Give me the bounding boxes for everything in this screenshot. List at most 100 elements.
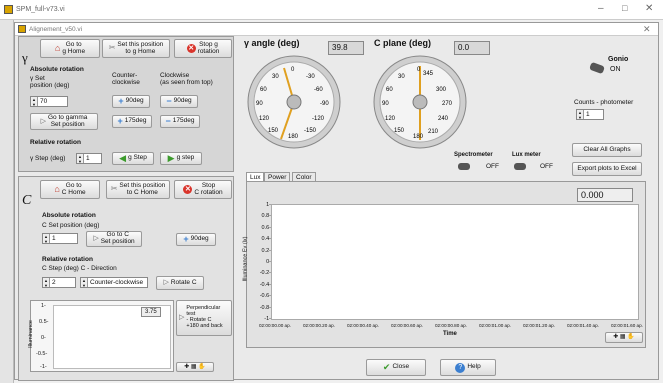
export-excel-button[interactable]: Export plots to Excel xyxy=(572,162,642,176)
lux-graph-tools[interactable]: ✚ ▦ ✋ xyxy=(605,332,643,343)
close-window-icon[interactable]: ✕ xyxy=(645,3,653,14)
lux-xtick: 02:00:00.40 ap. xyxy=(347,323,379,328)
gamma-tick-4: -60 xyxy=(314,87,323,93)
stop-icon: ✕ xyxy=(183,185,193,194)
gamma-goto-set-button[interactable]: ▷ Go to gamma Set position xyxy=(30,113,98,130)
c-tick-2: 30 xyxy=(398,74,405,80)
gauge-gamma: 0 30 -30 60 -60 90 -90 120 -120 150 -150… xyxy=(247,55,341,149)
c-tick-4: 60 xyxy=(386,87,393,93)
c-stop-button[interactable]: ✕ Stop C rotation xyxy=(174,180,232,199)
lux-chart-panel: 0.000 Illuminance Ev (lx) 1- 0.8- 0.6- 0… xyxy=(242,181,646,348)
gamma-90-ccw-label: 90deg xyxy=(125,97,144,105)
c-tick-6: 270 xyxy=(442,101,453,107)
lux-xtick: 02:00:01.60 ap. xyxy=(611,323,643,328)
spin-arrows[interactable]: ▲ ▼ xyxy=(31,97,38,107)
help-button[interactable]: ? Help xyxy=(440,359,496,376)
c-direction-select[interactable]: ▲ ▼ Counter-clockwise xyxy=(80,277,148,288)
spin-arrows[interactable]: ▲ ▼ xyxy=(43,278,50,288)
gamma-tick-11: 180 xyxy=(288,134,299,140)
c-set-position-input[interactable]: ▲ ▼ 1 xyxy=(42,233,78,244)
lux-xlabel: Time xyxy=(443,331,457,337)
play-icon: ▷ xyxy=(93,235,99,243)
outer-title: SPM_full-v73.vi xyxy=(16,6,65,13)
lux-xtick: 02:00:01.40 ap. xyxy=(567,323,599,328)
help-icon: ? xyxy=(455,362,466,373)
close-button[interactable]: ✔ Close xyxy=(366,359,426,376)
c-goto-set-button[interactable]: ▷ Go to C Set position xyxy=(86,231,142,247)
plus-icon: + xyxy=(117,115,123,126)
gamma-tick-6: -90 xyxy=(320,101,329,107)
lux-plot-area xyxy=(271,204,639,320)
maximize-icon[interactable]: □ xyxy=(622,3,627,13)
lux-xtick: 02:00:00.00 ap. xyxy=(259,323,291,328)
gamma-90-cw-button[interactable]: −90deg xyxy=(160,95,198,108)
gauge-c-title: C plane (deg) xyxy=(374,38,432,48)
gauge-gamma-value: 39.8 xyxy=(328,41,364,55)
gamma-set-home-button[interactable]: ✂ Set this position to g Home xyxy=(102,39,170,58)
gamma-set-home-label: Set this position to g Home xyxy=(117,40,164,55)
gamma-step-plus-button[interactable]: ▶ g step xyxy=(160,152,202,165)
gauge-c: 0 345 30 300 60 90 270 120 240 150 180 2… xyxy=(373,55,467,149)
lux-ylabel: Illuminance Ev (lx) xyxy=(242,236,249,282)
gamma-stop-button[interactable]: ✕ Stop g rotation xyxy=(174,39,232,58)
gamma-goto-set-label: Go to gamma Set position xyxy=(48,113,88,128)
play-icon: ▷ xyxy=(40,117,46,125)
mini-chart-value: 3.75 xyxy=(141,307,161,317)
play-icon: ▷ xyxy=(179,314,185,322)
lux-ytick: -1- xyxy=(264,315,271,322)
c-set-home-button[interactable]: ✂ Set this position to C Home xyxy=(106,180,170,199)
spectrometer-state: OFF xyxy=(486,163,499,170)
gamma-tick-10: -150 xyxy=(304,128,317,134)
c-rotate-button[interactable]: ▷ Rotate C xyxy=(156,276,204,290)
minimize-icon[interactable]: – xyxy=(598,3,604,14)
gamma-tick-2: -30 xyxy=(306,74,315,80)
luxmeter-toggle[interactable] xyxy=(514,163,526,170)
plus-icon: + xyxy=(118,95,124,106)
c-90-button[interactable]: +90deg xyxy=(176,233,216,246)
mini-tick-2: 0- xyxy=(41,335,46,341)
gamma-tick-8: -120 xyxy=(312,116,325,122)
gamma-abs-title: Absolute rotation xyxy=(30,66,84,73)
lux-xtick: 02:00:01.20 ap. xyxy=(523,323,555,328)
spin-arrows[interactable]: ▲ ▼ xyxy=(43,234,50,244)
gamma-step-minus-button[interactable]: ◀ g Step xyxy=(112,152,154,165)
mini-chart: Illuminance 1- 0.5- 0- -0.5- -1- 3.75 xyxy=(28,300,174,372)
c-step-value: 2 xyxy=(52,279,56,286)
app-icon xyxy=(4,5,13,14)
mini-tick-3: -0.5- xyxy=(36,351,48,357)
mini-graph-tools[interactable]: ✚ ▦ ✋ xyxy=(176,362,214,372)
gamma-step-value: 1 xyxy=(86,155,90,162)
gamma-set-label: γ Set position (deg) xyxy=(30,75,70,90)
gamma-symbol: γ xyxy=(22,50,28,65)
gamma-set-position-input[interactable]: ▲ ▼ 70 xyxy=(30,96,68,107)
lux-ytick: 1- xyxy=(266,202,271,208)
perpendicular-test-button[interactable]: ▷ Perpendicular test - Rotate C +180 and… xyxy=(176,300,232,336)
c-set-value: 1 xyxy=(52,235,56,242)
gamma-step-input[interactable]: ▲ ▼ 1 xyxy=(76,153,102,164)
c-goto-home-button[interactable]: ⌂ Go to C Home xyxy=(40,180,100,199)
counts-input[interactable]: ▲ ▼ 1 xyxy=(576,109,604,120)
gamma-90-ccw-button[interactable]: +90deg xyxy=(112,95,150,108)
c-step-input[interactable]: ▲ ▼ 2 xyxy=(42,277,76,288)
spectrometer-toggle[interactable] xyxy=(458,163,470,170)
minus-icon: − xyxy=(165,115,171,126)
lux-xtick: 02:00:00.60 ap. xyxy=(391,323,423,328)
gamma-175-ccw-button[interactable]: +175deg xyxy=(112,115,152,128)
spin-arrows[interactable]: ▲ ▼ xyxy=(77,154,84,164)
gamma-tick-7: 120 xyxy=(259,116,270,122)
spin-arrows[interactable]: ▲ ▼ xyxy=(81,278,88,288)
spin-arrows[interactable]: ▲ ▼ xyxy=(577,110,584,120)
inner-close-icon[interactable]: ✕ xyxy=(643,24,651,35)
clear-graphs-button[interactable]: Clear All Graphs xyxy=(572,143,642,157)
arrow-right-icon: ▶ xyxy=(167,152,175,163)
lux-ytick: -0.6- xyxy=(259,293,271,300)
lux-ytick: -0.4- xyxy=(259,281,271,288)
gamma-175-cw-label: 175deg xyxy=(172,117,195,125)
spectrometer-label: Spectrometer xyxy=(454,152,493,158)
lux-ytick: -0.8- xyxy=(259,304,271,311)
gamma-goto-home-button[interactable]: ⌂ Go to g Home xyxy=(40,39,100,58)
lux-ytick: -0.2- xyxy=(259,270,271,277)
counts-label: Counts - photometer xyxy=(574,99,634,106)
gamma-175-cw-button[interactable]: −175deg xyxy=(160,115,200,128)
gauge-c-value: 0.0 xyxy=(454,41,490,55)
